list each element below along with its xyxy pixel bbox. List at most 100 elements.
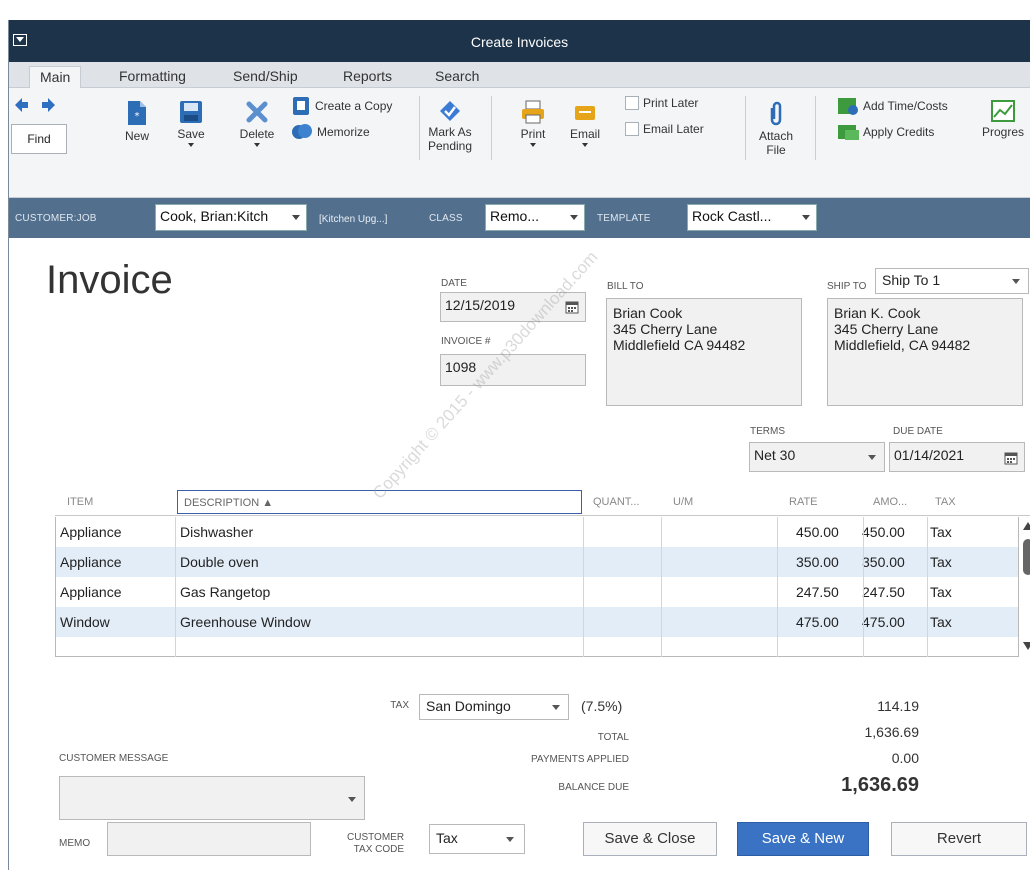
prev-next-arrows-icon[interactable] xyxy=(15,98,55,112)
print-button[interactable]: Print xyxy=(513,100,553,147)
tab-reports[interactable]: Reports xyxy=(333,66,402,88)
cell-tax[interactable]: Tax xyxy=(930,614,952,630)
print-dropdown-icon[interactable] xyxy=(530,143,536,147)
attach-file-button[interactable]: Attach File xyxy=(751,100,801,157)
progress-button[interactable]: Progres xyxy=(975,100,1030,139)
scrollbar-thumb[interactable] xyxy=(1023,539,1030,575)
table-scrollbar[interactable] xyxy=(1021,517,1030,657)
column-divider xyxy=(583,517,584,657)
total-value: 1,636.69 xyxy=(864,724,920,740)
save-dropdown-icon[interactable] xyxy=(188,143,194,147)
cell-tax[interactable]: Tax xyxy=(930,524,952,540)
revert-button[interactable]: Revert xyxy=(891,822,1027,856)
column-divider xyxy=(661,517,662,657)
tab-send-ship[interactable]: Send/Ship xyxy=(223,66,308,88)
cell-rate[interactable]: 450.00 xyxy=(796,524,839,540)
cell-item[interactable]: Appliance xyxy=(60,584,122,600)
cell-description[interactable]: Dishwasher xyxy=(180,524,253,540)
delete-dropdown-icon[interactable] xyxy=(254,143,260,147)
cell-tax[interactable]: Tax xyxy=(930,554,952,570)
cell-description[interactable]: Double oven xyxy=(180,554,259,570)
save-button[interactable]: Save xyxy=(171,100,211,147)
scroll-up-icon[interactable] xyxy=(1023,521,1030,531)
tab-main[interactable]: Main xyxy=(29,66,82,88)
progress-chart-icon xyxy=(991,100,1015,122)
cell-amount[interactable]: 247.50 xyxy=(862,584,905,600)
column-item[interactable]: ITEM xyxy=(67,496,93,508)
cell-amount[interactable]: 475.00 xyxy=(862,614,905,630)
column-rate[interactable]: RATE xyxy=(789,496,818,508)
print-later-checkbox[interactable]: Print Later xyxy=(625,96,698,110)
class-value: Remo... xyxy=(490,208,540,224)
cell-description[interactable]: Gas Rangetop xyxy=(180,584,270,600)
tab-formatting[interactable]: Formatting xyxy=(109,66,196,88)
column-quantity[interactable]: QUANT... xyxy=(593,496,639,508)
column-amount[interactable]: AMO... xyxy=(873,496,907,508)
calendar-icon[interactable] xyxy=(565,300,579,314)
cell-description[interactable]: Greenhouse Window xyxy=(180,614,311,630)
email-dropdown-icon[interactable] xyxy=(582,143,588,147)
cell-rate[interactable]: 475.00 xyxy=(796,614,839,630)
customer-job-select[interactable]: Cook, Brian:Kitch xyxy=(155,204,307,231)
delete-button[interactable]: Delete xyxy=(233,100,281,147)
tax-item-select[interactable]: San Domingo xyxy=(419,694,569,720)
ship-to-line: Middlefield, CA 94482 xyxy=(834,337,971,353)
due-date-field[interactable]: 01/14/2021 xyxy=(889,442,1025,472)
checkmark-circle-icon xyxy=(440,101,460,121)
cell-amount[interactable]: 450.00 xyxy=(862,524,905,540)
calendar-icon[interactable] xyxy=(1004,451,1018,465)
ship-to-field[interactable]: Brian K. Cook 345 Cherry Lane Middlefiel… xyxy=(827,298,1023,406)
cell-amount[interactable]: 350.00 xyxy=(862,554,905,570)
new-button[interactable]: * New xyxy=(117,100,157,143)
table-row[interactable]: Appliance Dishwasher 450.00 450.00 Tax xyxy=(56,517,1018,547)
chevron-down-icon xyxy=(1012,279,1020,284)
table-row[interactable]: Appliance Double oven 350.00 350.00 Tax xyxy=(56,547,1018,577)
print-later-check[interactable] xyxy=(625,96,639,110)
invoice-number-field[interactable]: 1098 xyxy=(440,354,586,386)
table-row[interactable]: Appliance Gas Rangetop 247.50 247.50 Tax xyxy=(56,577,1018,607)
create-copy-button[interactable]: Create a Copy xyxy=(291,96,392,116)
apply-credits-button[interactable]: Apply Credits xyxy=(837,122,934,142)
customer-message-select[interactable] xyxy=(59,776,365,820)
email-later-check[interactable] xyxy=(625,122,639,136)
add-time-costs-button[interactable]: Add Time/Costs xyxy=(837,96,948,116)
chevron-down-icon xyxy=(506,837,514,842)
table-row[interactable]: Window Greenhouse Window 475.00 475.00 T… xyxy=(56,607,1018,637)
terms-select[interactable]: Net 30 xyxy=(749,442,885,472)
date-label: DATE xyxy=(441,278,467,289)
tax-label: TAX xyxy=(390,700,409,711)
mark-as-pending-button[interactable]: Mark As Pending xyxy=(423,100,477,153)
memo-field[interactable] xyxy=(107,822,311,856)
memorize-button[interactable]: Memorize xyxy=(291,122,370,142)
tab-search[interactable]: Search xyxy=(425,66,489,88)
cell-rate[interactable]: 247.50 xyxy=(796,584,839,600)
chevron-down-icon xyxy=(552,705,560,710)
cell-item[interactable]: Appliance xyxy=(60,554,122,570)
cell-item[interactable]: Window xyxy=(60,614,110,630)
chevron-down-icon xyxy=(348,797,356,802)
scroll-down-icon[interactable] xyxy=(1023,641,1030,651)
save-close-button[interactable]: Save & Close xyxy=(583,822,717,856)
find-button[interactable]: Find xyxy=(11,124,67,154)
save-new-button[interactable]: Save & New xyxy=(737,822,869,856)
column-tax[interactable]: TAX xyxy=(935,496,956,508)
template-select[interactable]: Rock Castl... xyxy=(687,204,817,231)
email-button[interactable]: Email xyxy=(565,100,605,147)
table-header: ITEM DESCRIPTION ▲ QUANT... U/M RATE AMO… xyxy=(55,486,1030,516)
class-select[interactable]: Remo... xyxy=(485,204,585,231)
title-bar: Create Invoices xyxy=(9,20,1030,62)
toolbar-separator xyxy=(745,96,746,160)
line-items-table: ITEM DESCRIPTION ▲ QUANT... U/M RATE AMO… xyxy=(55,486,1030,658)
cell-item[interactable]: Appliance xyxy=(60,524,122,540)
ship-to-select[interactable]: Ship To 1 xyxy=(875,268,1029,294)
customer-tax-code-select[interactable]: Tax xyxy=(429,824,525,854)
bill-to-field[interactable]: Brian Cook 345 Cherry Lane Middlefield C… xyxy=(606,298,802,406)
date-field[interactable]: 12/15/2019 xyxy=(440,292,586,322)
column-um[interactable]: U/M xyxy=(673,496,693,508)
email-later-checkbox[interactable]: Email Later xyxy=(625,122,704,136)
memorize-cloud-icon xyxy=(292,124,312,139)
cell-tax[interactable]: Tax xyxy=(930,584,952,600)
table-row-empty[interactable] xyxy=(56,637,1018,657)
cell-rate[interactable]: 350.00 xyxy=(796,554,839,570)
column-description-header[interactable]: DESCRIPTION ▲ xyxy=(177,490,582,514)
